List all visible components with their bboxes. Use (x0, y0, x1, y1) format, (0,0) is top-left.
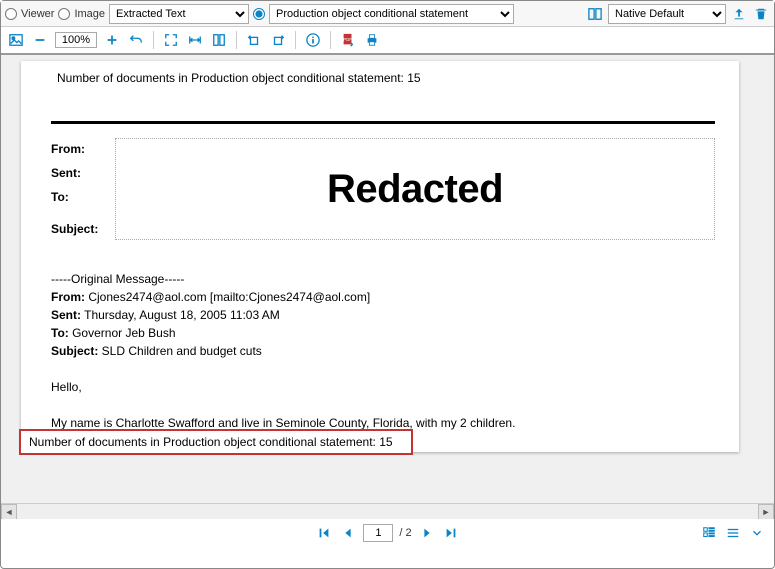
extracted-text-dropdown[interactable]: Extracted Text (109, 4, 249, 24)
svg-text:PDF: PDF (343, 37, 352, 42)
greeting: Hello, (51, 378, 715, 396)
image-label: Image (74, 8, 105, 20)
header-labels: From: Sent: To: Subject: (51, 138, 105, 240)
viewer-area: Number of documents in Production object… (1, 55, 774, 519)
viewer-label: Viewer (21, 8, 54, 20)
production-radio[interactable] (253, 8, 265, 20)
redacted-region: Redacted (115, 138, 715, 240)
image-radio[interactable] (58, 8, 70, 20)
print-icon[interactable] (363, 31, 381, 49)
pager-right-icons (700, 524, 766, 542)
subject-label2: Subject: (51, 344, 98, 358)
image-tool-icon[interactable] (7, 31, 25, 49)
pdf-export-icon[interactable]: PDF (339, 31, 357, 49)
doc-count-overlay: Number of documents in Production object… (19, 429, 413, 455)
horizontal-scrollbar[interactable]: ◄ ► (1, 503, 774, 519)
rotate-left-icon[interactable] (245, 31, 263, 49)
viewer-toolbar: 100% PDF (1, 27, 774, 55)
two-page-icon[interactable] (210, 31, 228, 49)
list-view-icon[interactable] (724, 524, 742, 542)
zoom-out-icon[interactable] (31, 31, 49, 49)
native-default-dropdown[interactable]: Native Default (608, 4, 726, 24)
to-value: Governor Jeb Bush (69, 326, 176, 340)
redacted-text: Redacted (327, 167, 503, 212)
scroll-right-arrow[interactable]: ► (758, 504, 774, 519)
scroll-left-arrow[interactable]: ◄ (1, 504, 17, 519)
from-value: Cjones2474@aol.com [mailto:Cjones2474@ao… (85, 290, 370, 304)
next-page-icon[interactable] (418, 524, 436, 542)
collapse-icon[interactable] (748, 524, 766, 542)
sent-label2: Sent: (51, 308, 81, 322)
thumbnail-view-icon[interactable] (700, 524, 718, 542)
to-label2: To: (51, 326, 69, 340)
subject-value: SLD Children and budget cuts (98, 344, 261, 358)
email-header: From: Sent: To: Subject: Redacted (51, 138, 715, 240)
zoom-in-icon[interactable] (103, 31, 121, 49)
doc-count-overlay-text: Number of documents in Production object… (29, 435, 393, 449)
info-icon[interactable] (304, 31, 322, 49)
upload-icon[interactable] (730, 5, 748, 23)
toolbar-separator (153, 31, 154, 49)
viewer-radio[interactable] (5, 8, 17, 20)
from-label2: From: (51, 290, 85, 304)
undo-icon[interactable] (127, 31, 145, 49)
page-divider (51, 121, 715, 124)
pager-bar: / 2 (1, 519, 774, 547)
page-number-input[interactable] (363, 524, 393, 542)
trash-icon[interactable] (752, 5, 770, 23)
fit-width-icon[interactable] (186, 31, 204, 49)
production-dropdown[interactable]: Production object conditional statement (269, 4, 514, 24)
subject-label: Subject: (51, 222, 105, 236)
original-message-header: -----Original Message----- (51, 270, 715, 288)
fit-icon[interactable] (162, 31, 180, 49)
zoom-level[interactable]: 100% (55, 32, 97, 48)
first-page-icon[interactable] (315, 524, 333, 542)
sent-label: Sent: (51, 166, 105, 180)
prev-page-icon[interactable] (339, 524, 357, 542)
last-page-icon[interactable] (442, 524, 460, 542)
sent-value: Thursday, August 18, 2005 11:03 AM (81, 308, 280, 322)
toolbar-separator (330, 31, 331, 49)
page-total: / 2 (399, 527, 411, 539)
top-toolbar: Viewer Image Extracted Text Production o… (1, 1, 774, 27)
rotate-right-icon[interactable] (269, 31, 287, 49)
from-label: From: (51, 142, 105, 156)
to-label: To: (51, 190, 105, 204)
email-body: -----Original Message----- From: Cjones2… (51, 270, 715, 432)
scroll-track[interactable] (17, 504, 758, 519)
toolbar-separator (295, 31, 296, 49)
document-page: Number of documents in Production object… (21, 61, 739, 452)
toolbar-separator (236, 31, 237, 49)
layout-icon[interactable] (586, 5, 604, 23)
doc-count-top: Number of documents in Production object… (57, 71, 715, 85)
